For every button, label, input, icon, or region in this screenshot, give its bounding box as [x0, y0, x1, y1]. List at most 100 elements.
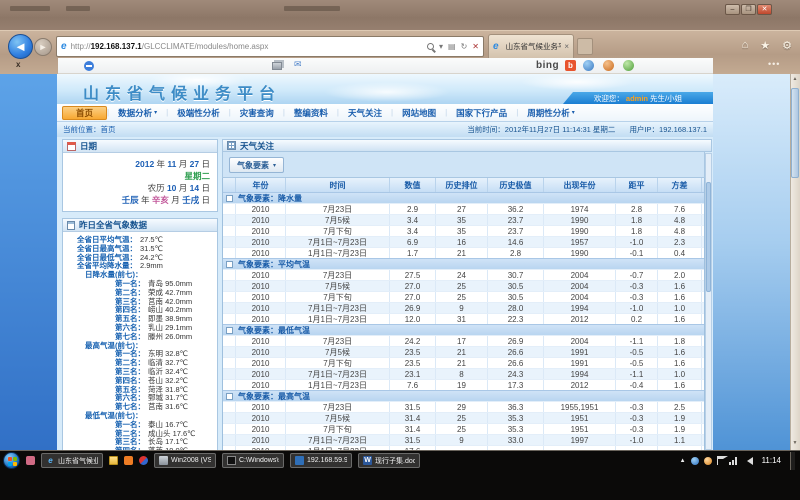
table-row[interactable]: 20107月1日~7月23日23.1824.31994-1.11.0 [223, 368, 704, 379]
scroll-up-icon[interactable]: ▲ [791, 76, 799, 82]
panel-scrollbar-thumb[interactable] [706, 182, 711, 292]
table-row[interactable]: 20101月1日~7月23日12.03122.320120.21.6 [223, 313, 704, 324]
background-text-fragment [10, 6, 50, 11]
disc-icon[interactable] [139, 456, 148, 465]
table-row[interactable]: 20107月1日~7月23日26.9928.01994-1.01.0 [223, 302, 704, 313]
network-icon[interactable] [729, 457, 738, 465]
taskbar-button-6[interactable]: C:\Windows\s... [222, 453, 284, 468]
taskbar-button-8[interactable]: W现行子集.docx ... [358, 453, 420, 468]
table-row[interactable]: 20107月23日31.52936.31955,1951-0.32.5 [223, 401, 704, 412]
table-row[interactable]: 20107月下旬23.52126.61991-0.51.6 [223, 357, 704, 368]
hidden-icons-arrow[interactable]: ▲ [680, 458, 686, 464]
stop-icon[interactable]: ✕ [472, 42, 479, 51]
panel-scrollbar[interactable] [705, 153, 712, 450]
chevron-down-icon[interactable]: ▾ [439, 42, 443, 51]
table-cell [223, 237, 236, 247]
pink-icon[interactable] [26, 456, 35, 465]
taskbar-button-1[interactable]: e山东省气候业... [41, 453, 103, 468]
volume-icon[interactable] [743, 457, 753, 465]
table-cell: 1955,1951 [544, 402, 616, 412]
table-row[interactable]: 20107月1日~7月23日6.91614.61957-1.02.3 [223, 236, 704, 247]
forward-button[interactable]: ► [34, 38, 52, 56]
nav-item-7[interactable]: 国家下行产品 [447, 107, 516, 119]
nav-item-2[interactable]: 极端性分析 [168, 107, 229, 119]
table-header-cell: 年份 [236, 178, 286, 192]
table-row[interactable]: 20101月1日~7月23日1.7212.81990-0.10.4 [223, 247, 704, 258]
table-group-row[interactable]: 气象要素：降水量 [223, 192, 704, 203]
clock[interactable]: 11:14 [758, 456, 785, 465]
addon-camera-icon[interactable] [583, 60, 594, 71]
table-cell: 2010 [236, 347, 286, 357]
new-tab-button[interactable] [577, 38, 593, 55]
expand-checkbox[interactable] [226, 261, 233, 268]
table-row[interactable]: 20107月5候31.42535.31951-0.31.9 [223, 412, 704, 423]
more-options-icon[interactable]: ••• [768, 59, 780, 69]
nav-item-6[interactable]: 网站地图 [393, 107, 445, 119]
nav-item-1[interactable]: 数据分析▾ [109, 107, 166, 119]
bing-search-icon[interactable]: b [565, 60, 576, 71]
url-protocol: http:// [71, 42, 91, 51]
table-row[interactable]: 20107月下旬3.43523.719901.84.8 [223, 225, 704, 236]
folder-icon[interactable] [109, 456, 118, 465]
table-group-row[interactable]: 气象要素：平均气温 [223, 258, 704, 269]
nav-item-4[interactable]: 整编资料 [285, 107, 337, 119]
addon-people-icon[interactable] [623, 60, 634, 71]
table-row[interactable]: 20107月23日27.52430.72004-0.72.0 [223, 269, 704, 280]
start-button[interactable] [3, 452, 20, 469]
table-row[interactable]: 20107月下旬27.02530.52004-0.31.6 [223, 291, 704, 302]
tray-app-icon[interactable] [704, 457, 712, 465]
taskbar-button-5[interactable]: Win2008 (VS2... [154, 453, 216, 468]
table-cell: 2012 [544, 314, 616, 324]
tab-close-icon[interactable]: × [564, 42, 569, 51]
close-button[interactable]: ✕ [757, 4, 772, 15]
tray-app-icon[interactable] [691, 457, 699, 465]
table-row[interactable]: 20107月5候3.43523.719901.84.8 [223, 214, 704, 225]
table-row[interactable]: 20107月1日~7月23日31.5933.01997-1.01.1 [223, 434, 704, 445]
expand-checkbox[interactable] [226, 393, 233, 400]
table-row[interactable]: 20107月5候27.02530.52004-0.31.6 [223, 280, 704, 291]
table-group-row[interactable]: 气象要素：最高气温 [223, 390, 704, 401]
table-row[interactable]: 20107月5候23.52126.61991-0.51.6 [223, 346, 704, 357]
addon-close-icon[interactable]: x [16, 60, 20, 69]
weather-table: 年份时间数值历史排位历史极值出现年份距平方差 气象要素：降水量20107月23日… [222, 178, 705, 450]
browser-scrollbar-thumb[interactable] [791, 88, 799, 178]
addon-paw-icon[interactable] [603, 60, 614, 71]
expand-checkbox[interactable] [226, 195, 233, 202]
table-cell: -1.1 [616, 369, 658, 379]
favorites-star-icon[interactable]: ★ [760, 39, 770, 52]
table-row[interactable]: 20107月23日24.21726.92004-1.11.8 [223, 335, 704, 346]
scroll-down-icon[interactable]: ▼ [791, 440, 799, 446]
photo-stack-icon[interactable] [272, 62, 282, 70]
envelope-icon[interactable]: ✉ [294, 59, 302, 70]
back-button[interactable]: ◄ [8, 34, 33, 59]
table-row[interactable]: 20107月下旬31.42535.31951-0.31.9 [223, 423, 704, 434]
nav-item-8[interactable]: 周期性分析▾ [518, 107, 584, 119]
bing-logo[interactable]: bing [536, 60, 559, 71]
show-desktop-button[interactable] [790, 452, 795, 470]
expand-checkbox[interactable] [226, 327, 233, 334]
table-cell: 24.3 [488, 369, 544, 379]
blocked-circle-icon[interactable] [84, 61, 94, 71]
element-filter-button[interactable]: 气象要素 ▾ [229, 157, 284, 173]
nav-item-5[interactable]: 天气关注 [339, 107, 391, 119]
gear-icon[interactable]: ⚙ [782, 39, 792, 52]
address-bar[interactable]: e http://192.168.137.1/GLCCLIMATE/module… [56, 36, 484, 57]
taskbar-button-7[interactable]: 192.168.59.99... [290, 453, 352, 468]
browser-tab[interactable]: e 山东省气候业务平... × [488, 34, 574, 58]
refresh-icon[interactable]: ↻ [461, 42, 468, 51]
minimize-button[interactable]: – [725, 4, 740, 15]
action-center-flag-icon[interactable] [717, 456, 724, 465]
search-icon[interactable] [427, 43, 434, 50]
nav-item-3[interactable]: 灾害查询 [231, 107, 283, 119]
table-row[interactable]: 20101月1日~7月23日7.61917.32012-0.41.6 [223, 379, 704, 390]
table-row[interactable]: 20107月23日2.92736.219742.87.6 [223, 203, 704, 214]
date-panel-body: 2012 年 11 月 27 日星期二农历 10 月 14 日壬辰 年 辛亥 月… [63, 153, 217, 211]
nav-item-0[interactable]: 首页 [62, 106, 107, 120]
table-cell: 1.0 [658, 369, 702, 379]
home-icon[interactable]: ⌂ [742, 39, 749, 52]
maximize-button[interactable]: ❐ [741, 4, 756, 15]
orange-icon[interactable] [124, 456, 133, 465]
table-group-row[interactable]: 气象要素：最低气温 [223, 324, 704, 335]
table-cell: -0.3 [616, 402, 658, 412]
compatibility-icon[interactable]: ▤ [448, 42, 456, 51]
